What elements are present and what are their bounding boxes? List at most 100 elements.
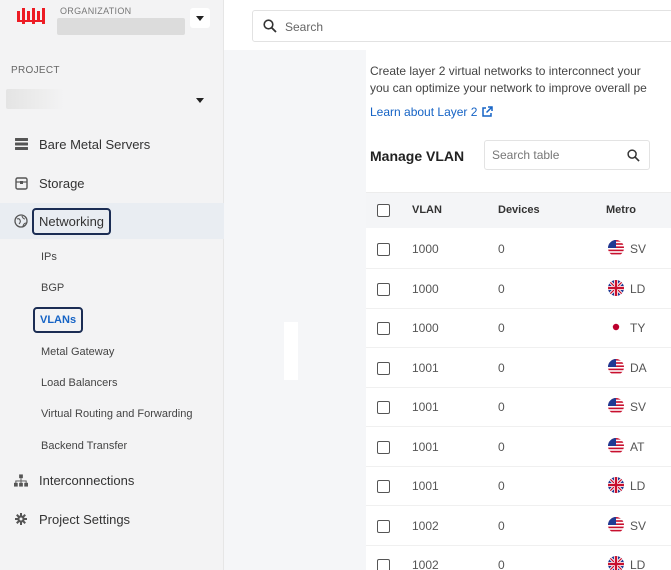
- table-row[interactable]: 1001 0 LD: [366, 467, 671, 506]
- org-switcher[interactable]: ORGANIZATION: [0, 0, 224, 50]
- project-chevron-down-icon[interactable]: [196, 98, 204, 103]
- nav-storage-label: Storage: [39, 175, 85, 191]
- table-row[interactable]: 1001 0 AT: [366, 428, 671, 467]
- server-icon: [14, 137, 28, 151]
- flag-us-icon: [608, 437, 624, 454]
- table-search-icon[interactable]: [627, 149, 640, 162]
- subnav-vlans[interactable]: VLANs: [33, 307, 84, 333]
- content-gutter: [224, 50, 366, 570]
- storage-box-icon: [14, 176, 28, 190]
- cell-devices: 0: [498, 479, 505, 493]
- subnav-vrf[interactable]: Virtual Routing and Forwarding: [41, 408, 192, 420]
- nav-networking-label: Networking: [32, 207, 112, 235]
- cell-devices: 0: [498, 360, 505, 375]
- cell-vlan: 1000: [412, 281, 439, 296]
- manage-vlan-title: Manage VLAN: [370, 148, 465, 164]
- cell-vlan: 1002: [412, 518, 439, 533]
- org-label: ORGANIZATION: [60, 6, 132, 16]
- flag-us-icon: [608, 358, 624, 375]
- table-search-input[interactable]: [492, 147, 622, 163]
- row-checkbox[interactable]: [377, 322, 390, 335]
- cell-metro: DA: [630, 360, 647, 375]
- nav-project-settings[interactable]: Project Settings: [0, 501, 224, 537]
- flag-jp-icon: [608, 319, 624, 335]
- network-tree-icon: [14, 473, 28, 487]
- table-row[interactable]: 1000 0 SV: [366, 230, 671, 269]
- cell-metro: SV: [630, 518, 647, 533]
- cell-devices: 0: [498, 400, 505, 414]
- learn-link-label: Learn about Layer 2: [370, 105, 478, 119]
- flag-uk-icon: [608, 556, 624, 570]
- nav-interconnections[interactable]: Interconnections: [0, 462, 224, 498]
- nav-storage[interactable]: Storage: [0, 165, 224, 201]
- cell-metro: LD: [630, 558, 646, 570]
- subnav-bgp[interactable]: BGP: [41, 282, 64, 294]
- global-search[interactable]: [252, 10, 671, 42]
- cell-vlan: 1001: [412, 439, 439, 454]
- flag-uk-icon: [608, 279, 624, 296]
- cell-vlan: 1000: [412, 321, 439, 335]
- main-area: Create layer 2 virtual networks to inter…: [224, 0, 671, 570]
- table-row[interactable]: 1000 0 LD: [366, 270, 671, 309]
- table-search[interactable]: [484, 140, 650, 170]
- subnav-backend-transfer[interactable]: Backend Transfer: [41, 440, 127, 452]
- nav-networking[interactable]: Networking: [0, 203, 224, 239]
- cell-metro: TY: [630, 321, 646, 335]
- subnav-load-balancers[interactable]: Load Balancers: [41, 377, 117, 389]
- project-name-redacted[interactable]: [6, 89, 64, 109]
- sidebar: ORGANIZATION PROJECT Bare Metal Servers …: [0, 0, 224, 570]
- row-checkbox[interactable]: [377, 361, 390, 375]
- row-checkbox[interactable]: [377, 440, 390, 454]
- table-header: VLAN Devices Metro: [366, 192, 671, 228]
- row-checkbox[interactable]: [377, 559, 390, 570]
- table-row[interactable]: 1001 0 SV: [366, 388, 671, 427]
- cell-metro: LD: [630, 281, 646, 296]
- cell-vlan: 1001: [412, 360, 439, 375]
- gutter-notch: [284, 322, 298, 380]
- layer2-description: Create layer 2 virtual networks to inter…: [370, 63, 671, 97]
- table-row[interactable]: 1002 0 LD: [366, 546, 671, 570]
- chevron-down-icon: [196, 16, 204, 21]
- cell-devices: 0: [498, 439, 505, 454]
- table-row[interactable]: 1000 0 TY: [366, 309, 671, 348]
- cell-devices: 0: [498, 242, 505, 256]
- search-icon: [263, 19, 277, 33]
- table-row[interactable]: 1002 0 SV: [366, 507, 671, 546]
- row-checkbox[interactable]: [377, 519, 390, 533]
- row-checkbox[interactable]: [377, 480, 390, 493]
- project-label: PROJECT: [11, 65, 60, 76]
- cell-vlan: 1000: [412, 242, 439, 256]
- flag-us-icon: [608, 240, 624, 256]
- header-vlan[interactable]: VLAN: [412, 204, 442, 216]
- cell-vlan: 1002: [412, 558, 439, 570]
- row-checkbox[interactable]: [377, 243, 390, 256]
- select-all-checkbox[interactable]: [377, 204, 390, 217]
- table-row[interactable]: 1001 0 DA: [366, 349, 671, 388]
- flag-us-icon: [608, 516, 624, 533]
- header-metro[interactable]: Metro: [606, 204, 636, 216]
- row-checkbox[interactable]: [377, 401, 390, 414]
- header-devices[interactable]: Devices: [498, 204, 540, 216]
- brand-logo-icon: [17, 8, 45, 24]
- row-checkbox[interactable]: [377, 282, 390, 296]
- cell-devices: 0: [498, 321, 505, 335]
- nav-bare-metal-servers[interactable]: Bare Metal Servers: [0, 126, 224, 162]
- cell-vlan: 1001: [412, 479, 439, 493]
- vlan-content: Create layer 2 virtual networks to inter…: [366, 50, 671, 570]
- gear-icon: [14, 512, 28, 526]
- subnav-ips[interactable]: IPs: [41, 251, 57, 263]
- cell-metro: AT: [630, 439, 645, 454]
- global-search-input[interactable]: [285, 18, 665, 36]
- description-line-2: you can optimize your network to improve…: [370, 81, 647, 95]
- globe-icon: [14, 214, 28, 228]
- cell-devices: 0: [498, 281, 505, 296]
- description-line-1: Create layer 2 virtual networks to inter…: [370, 64, 641, 78]
- cell-metro: LD: [630, 479, 646, 493]
- org-dropdown-button[interactable]: [190, 8, 210, 28]
- nav-interconnections-label: Interconnections: [39, 472, 135, 488]
- flag-uk-icon: [608, 477, 624, 493]
- subnav-metal-gateway[interactable]: Metal Gateway: [41, 346, 114, 358]
- cell-vlan: 1001: [412, 400, 439, 414]
- org-name-redacted: [57, 18, 185, 35]
- learn-about-layer2-link[interactable]: Learn about Layer 2: [370, 105, 494, 119]
